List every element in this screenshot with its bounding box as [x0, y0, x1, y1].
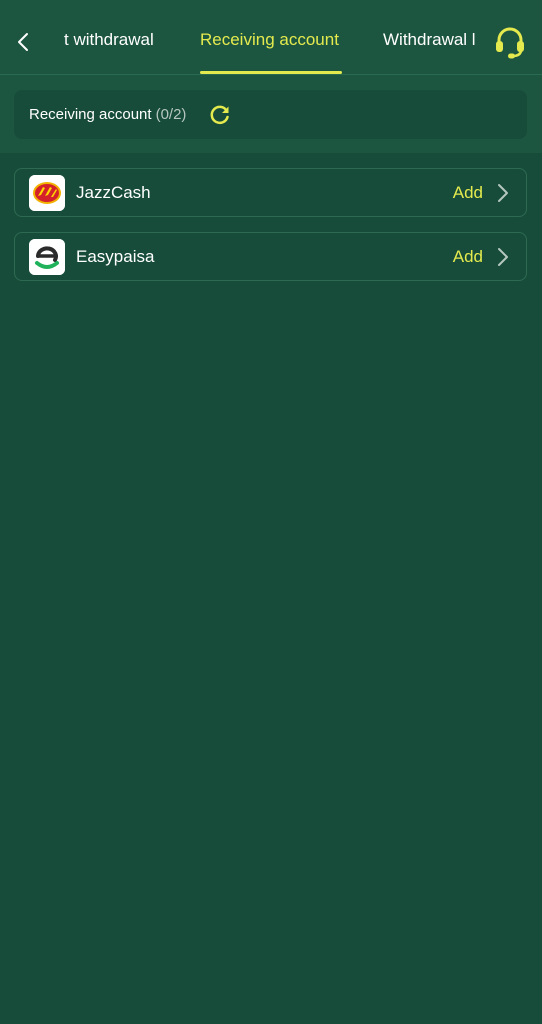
account-item-name: Easypaisa — [76, 247, 155, 266]
jazzcash-logo-icon — [29, 175, 65, 211]
summary-label: Receiving account — [29, 106, 152, 123]
add-account-button[interactable]: Add — [453, 183, 483, 203]
headset-icon — [496, 27, 524, 59]
account-count: (0/2) — [155, 106, 187, 123]
customer-support-button[interactable] — [492, 24, 528, 60]
chevron-right-icon — [498, 184, 508, 202]
tab-withdrawal-log[interactable]: Withdrawal l — [383, 30, 476, 50]
tab-withdrawal[interactable]: t withdrawal — [64, 30, 154, 50]
account-item-jazzcash[interactable]: JazzCash Add — [14, 168, 527, 217]
add-account-button[interactable]: Add — [453, 247, 483, 267]
account-item-easypaisa[interactable]: Easypaisa Add — [14, 232, 527, 281]
active-tab-indicator — [200, 71, 342, 74]
tab-receiving-account[interactable]: Receiving account — [200, 30, 339, 50]
top-navigation-bar: t withdrawal Receiving account Withdrawa… — [0, 0, 542, 75]
back-button[interactable] — [10, 26, 36, 58]
chevron-right-icon — [498, 248, 508, 266]
easypaisa-logo-icon — [29, 239, 65, 275]
account-item-name: JazzCash — [76, 183, 151, 202]
refresh-icon — [210, 105, 229, 125]
receiving-account-summary: Receiving account (0/2) — [14, 90, 527, 139]
refresh-button[interactable] — [208, 103, 232, 127]
chevron-left-icon — [18, 33, 28, 51]
